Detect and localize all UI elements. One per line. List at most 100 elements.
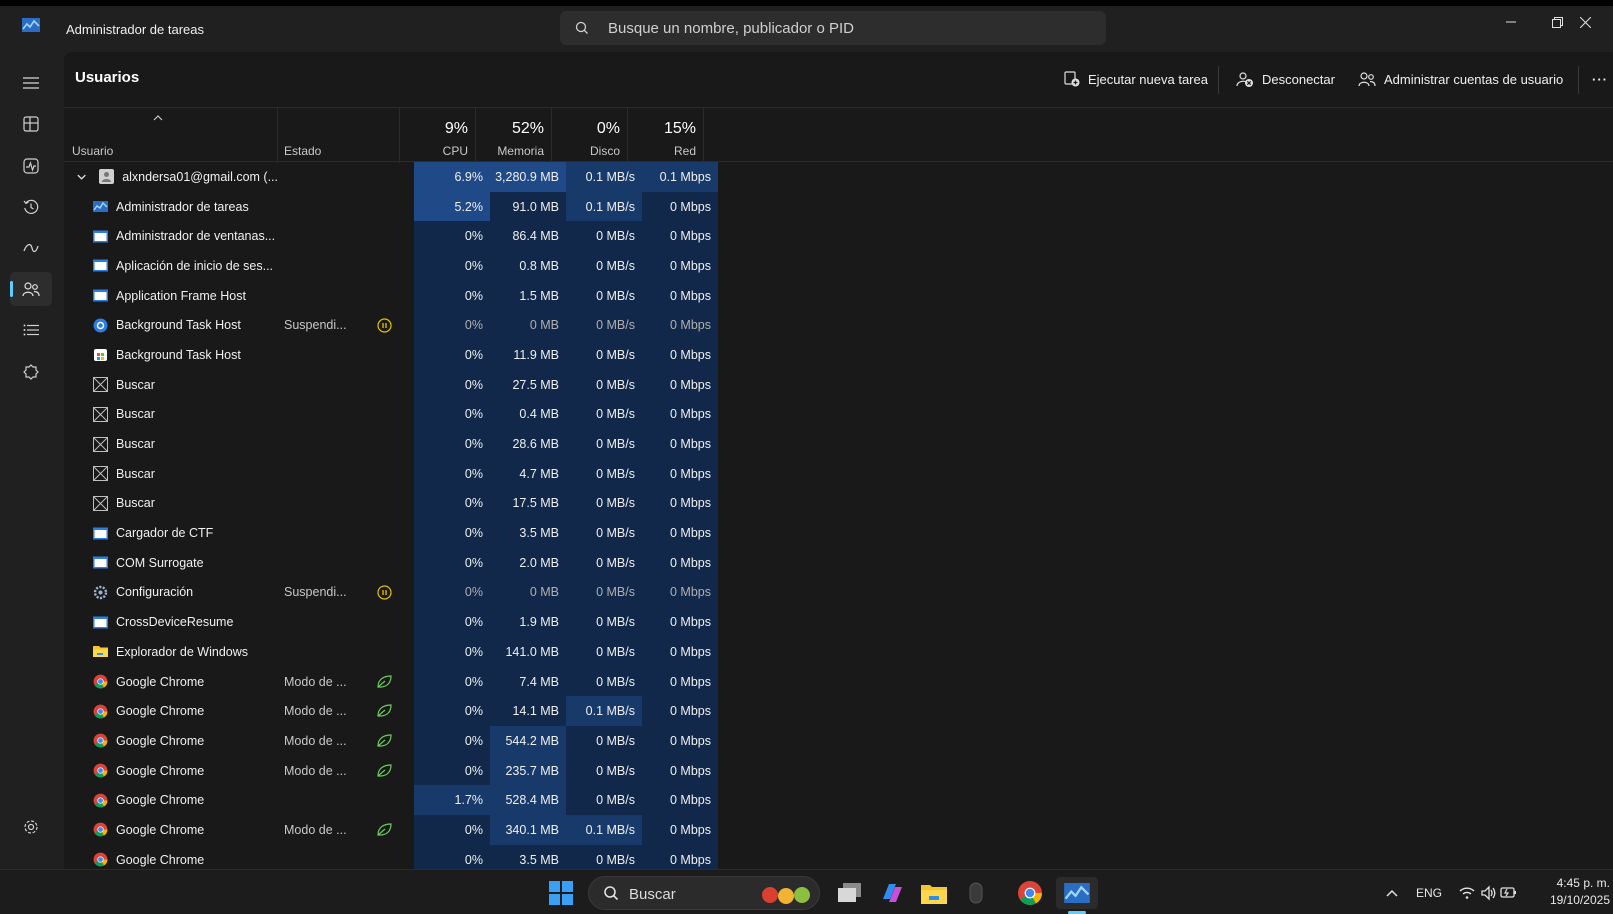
search-box[interactable] <box>560 11 1106 45</box>
generic-process-icon <box>93 495 108 511</box>
process-row[interactable]: Google Chrome 0% 3.5 MB 0 MB/s 0 Mbps <box>64 844 1613 869</box>
column-label-disk: Disco <box>589 144 620 158</box>
process-row[interactable]: Google Chrome 1.7% 528.4 MB 0 MB/s 0 Mbps <box>64 785 1613 816</box>
chevron-down-icon[interactable] <box>76 171 87 183</box>
taskbar-google-chrome[interactable] <box>1014 877 1046 909</box>
sort-ascending-icon <box>153 115 163 121</box>
app-window-icon <box>93 259 108 272</box>
close-button[interactable] <box>1580 6 1613 38</box>
taskbar-mouse-app[interactable] <box>960 877 992 909</box>
process-row[interactable]: Google Chrome Modo de ... 0% 544.2 MB 0 MB/s… <box>64 726 1613 756</box>
network-cell: 0 Mbps <box>642 755 718 786</box>
window-title: Administrador de tareas <box>66 22 205 37</box>
minimize-button[interactable] <box>1488 6 1534 38</box>
process-row[interactable]: Buscar 0% 17.5 MB 0 MB/s 0 Mbps <box>64 488 1613 519</box>
process-state: Suspendi... <box>284 585 347 600</box>
cpu-cell: 5.2% <box>414 191 490 222</box>
process-row[interactable]: Buscar 0% 27.5 MB 0 MB/s 0 Mbps <box>64 369 1613 400</box>
process-state <box>284 370 364 400</box>
run-new-task-button[interactable]: Ejecutar nueva tarea <box>1064 65 1208 93</box>
disk-cell: 0 MB/s <box>566 755 642 786</box>
generic-process-icon <box>93 406 108 422</box>
process-row[interactable]: Administrador de tareas 5.2% 91.0 MB 0.1 MB… <box>64 191 1613 222</box>
tray-language[interactable]: ENG <box>1416 886 1442 900</box>
sidebar-item-processes[interactable] <box>10 107 52 141</box>
app-window-icon <box>93 230 108 243</box>
sidebar-item-performance[interactable] <box>10 149 52 183</box>
memory-cell: 28.6 MB <box>490 429 566 459</box>
disk-cell: 0 MB/s <box>566 547 642 578</box>
process-row[interactable]: Aplicación de inicio de ses... 0% 0.8 MB 0 … <box>64 251 1613 281</box>
tray-show-hidden-icons[interactable] <box>1376 877 1408 909</box>
memory-cell: 7.4 MB <box>490 666 566 697</box>
task-view-button[interactable] <box>834 877 866 909</box>
sidebar-item-users[interactable] <box>10 272 52 306</box>
taskbar-search[interactable]: Buscar <box>588 876 820 910</box>
disk-cell: 0 MB/s <box>566 726 642 756</box>
table-body: alxndersa01@gmail.com (... 6.9% 3,280.9 MB… <box>64 162 1613 869</box>
sidebar-item-app-history[interactable] <box>10 190 52 224</box>
toolbar-separator <box>1578 66 1579 94</box>
network-cell: 0 Mbps <box>642 399 718 430</box>
process-row[interactable]: Buscar 0% 28.6 MB 0 MB/s 0 Mbps <box>64 429 1613 459</box>
process-name-cell: Google Chrome <box>64 815 278 845</box>
process-row[interactable]: Google Chrome Modo de ... 0% 235.7 MB 0 MB/s… <box>64 755 1613 786</box>
process-name-cell: Google Chrome <box>64 726 278 756</box>
column-header-cpu[interactable]: 9% CPU <box>400 108 476 163</box>
sidebar-menu-toggle[interactable] <box>10 66 52 100</box>
manage-user-accounts-button[interactable]: Administrar cuentas de usuario <box>1358 65 1563 93</box>
network-cell: 0 Mbps <box>642 369 718 400</box>
column-header-state[interactable]: Estado <box>278 108 400 163</box>
process-state <box>284 548 364 578</box>
sidebar-item-services[interactable] <box>10 355 52 389</box>
process-row[interactable]: Cargador de CTF 0% 3.5 MB 0 MB/s 0 Mbps <box>64 518 1613 548</box>
memory-cell: 544.2 MB <box>490 726 566 756</box>
taskbar-copilot-m365[interactable] <box>876 877 908 909</box>
process-row[interactable]: Explorador de Windows 0% 141.0 MB 0 MB/s 0 M… <box>64 637 1613 667</box>
sidebar-item-startup-apps[interactable] <box>10 231 52 265</box>
column-header-memory[interactable]: 52% Memoria <box>476 108 552 163</box>
process-name-cell: Buscar <box>64 400 278 430</box>
tray-quick-settings[interactable] <box>1456 877 1520 909</box>
process-row[interactable]: Google Chrome Modo de ... 0% 340.1 MB 0.1 MB… <box>64 815 1613 845</box>
process-name: CrossDeviceResume <box>116 615 234 630</box>
sidebar-item-settings[interactable] <box>10 810 52 844</box>
process-row[interactable]: Buscar 0% 0.4 MB 0 MB/s 0 Mbps <box>64 399 1613 430</box>
process-row[interactable]: Buscar 0% 4.7 MB 0 MB/s 0 Mbps <box>64 458 1613 489</box>
process-row[interactable]: Background Task Host 0% 11.9 MB 0 MB/s 0 Mbp… <box>64 340 1613 370</box>
process-row[interactable]: Application Frame Host 0% 1.5 MB 0 MB/s 0 Mb… <box>64 280 1613 311</box>
chrome-icon <box>93 704 108 719</box>
process-name-cell: COM Surrogate <box>64 548 278 578</box>
disk-cell: 0.1 MB/s <box>566 162 642 192</box>
process-row[interactable]: Administrador de ventanas... 0% 86.4 MB 0 M… <box>64 221 1613 252</box>
column-header-network[interactable]: 15% Red <box>628 108 704 163</box>
memory-cell: 86.4 MB <box>490 221 566 252</box>
start-button[interactable] <box>545 877 577 909</box>
process-row[interactable]: COM Surrogate 0% 2.0 MB 0 MB/s 0 Mbps <box>64 547 1613 578</box>
taskbar-task-manager[interactable] <box>1056 877 1098 909</box>
disconnect-button[interactable]: Desconectar <box>1236 65 1335 93</box>
more-options-button[interactable]: ··· <box>1592 65 1608 93</box>
search-input[interactable] <box>608 11 1088 45</box>
sidebar-item-details[interactable] <box>10 313 52 347</box>
column-header-user[interactable]: Usuario <box>64 108 278 163</box>
restore-button[interactable] <box>1534 6 1580 38</box>
generic-process-icon <box>93 436 108 452</box>
process-row[interactable]: Configuración Suspendi... 0% 0 MB 0 MB/s 0 Mb… <box>64 577 1613 608</box>
tray-time[interactable]: 4:45 p. m. <box>1546 876 1610 890</box>
user-group-row[interactable]: alxndersa01@gmail.com (... 6.9% 3,280.9 MB… <box>64 162 1613 192</box>
process-row[interactable]: CrossDeviceResume 0% 1.9 MB 0 MB/s 0 Mbps <box>64 607 1613 637</box>
taskbar-file-explorer[interactable] <box>918 877 950 909</box>
process-row[interactable]: Google Chrome Modo de ... 0% 7.4 MB 0 MB/s 0 … <box>64 666 1613 697</box>
efficiency-mode-leaf-icon <box>377 823 392 836</box>
disk-cell: 0 MB/s <box>566 399 642 430</box>
process-row[interactable]: Google Chrome Modo de ... 0% 14.1 MB 0.1 MB/… <box>64 696 1613 727</box>
tray-date[interactable]: 19/10/2025 <box>1542 893 1610 907</box>
processes-icon <box>23 116 39 132</box>
process-state <box>284 221 364 251</box>
column-header-disk[interactable]: 0% Disco <box>552 108 628 163</box>
process-name: Administrador de tareas <box>116 199 249 214</box>
process-state-icon-cell <box>372 578 396 608</box>
process-row[interactable]: Background Task Host Suspendi... 0% 0 MB 0 M… <box>64 310 1613 341</box>
process-name-cell: Background Task Host <box>64 340 278 370</box>
